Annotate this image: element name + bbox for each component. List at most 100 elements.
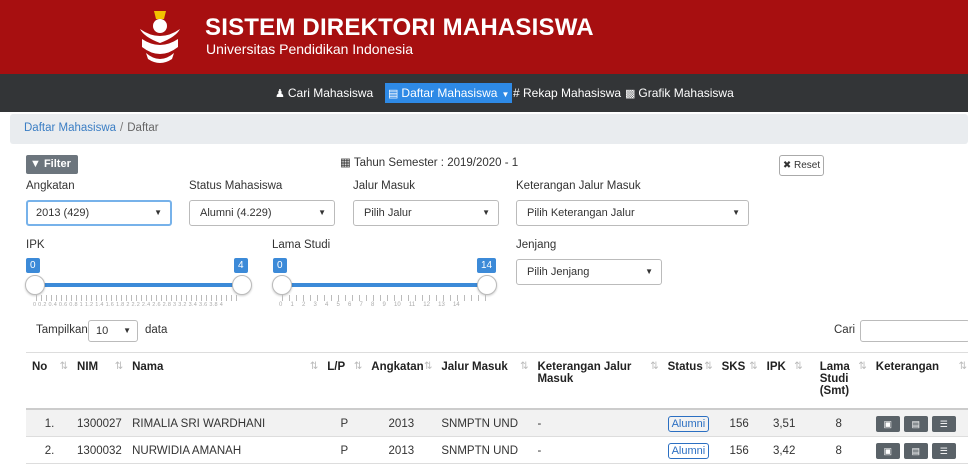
nav-grafik-mahasiswa[interactable]: ▩ Grafik Mahasiswa <box>622 83 737 103</box>
col-sks-label: SKS <box>721 361 746 373</box>
col-status[interactable]: Status ⇅ <box>661 352 716 410</box>
sort-icon: ⇅ <box>749 361 758 372</box>
sort-icon: ⇅ <box>858 361 867 372</box>
jalur-select[interactable]: Pilih Jalur ▼ <box>353 200 499 226</box>
lama-studi-label: Lama Studi <box>272 239 331 251</box>
ipk-min-value: 0 <box>26 258 40 273</box>
lama-max-handle[interactable] <box>477 275 497 295</box>
col-angkatan[interactable]: Angkatan ⇅ <box>365 352 436 410</box>
col-nama-label: Nama <box>132 361 164 373</box>
col-no[interactable]: No ⇅ <box>26 352 72 410</box>
nav-rekap-mahasiswa[interactable]: # Rekap Mahasiswa <box>510 83 624 103</box>
col-lp[interactable]: L/P ⇅ <box>321 352 366 410</box>
status-label: Status Mahasiswa <box>189 180 283 192</box>
nav-label: Cari Mahasiswa <box>287 86 374 100</box>
breadcrumb-link[interactable]: Daftar Mahasiswa <box>24 122 116 134</box>
col-lama-studi[interactable]: Lama Studi (Smt) ⇅ <box>805 352 870 410</box>
nav-label: # Rekap Mahasiswa <box>513 86 622 100</box>
nav-cari-mahasiswa[interactable]: ♟ Cari Mahasiswa <box>272 83 376 103</box>
chevron-down-icon: ▼ <box>732 208 740 217</box>
id-card-icon[interactable]: ▣ <box>875 415 900 432</box>
lama-slider-ticks <box>282 295 487 301</box>
app-header: SISTEM DIREKTORI MAHASISWA Universitas P… <box>0 0 968 74</box>
jenjang-select[interactable]: Pilih Jenjang ▼ <box>516 259 662 285</box>
search-input[interactable] <box>860 320 968 342</box>
id-card-icon[interactable]: ▣ <box>875 442 900 459</box>
cell-ket-jalur: - <box>531 408 662 437</box>
cell-sks: 156 <box>715 408 761 437</box>
keterangan-jalur-select[interactable]: Pilih Keterangan Jalur ▼ <box>516 200 749 226</box>
cell-nama: RIMALIA SRI WARDHANI <box>126 408 322 437</box>
app-subtitle: Universitas Pendidikan Indonesia <box>206 41 414 57</box>
col-keterangan[interactable]: Keterangan ⇅ <box>869 352 968 410</box>
cell-status: Alumni <box>661 436 716 464</box>
status-badge: Alumni <box>667 442 710 459</box>
chevron-down-icon: ▼ <box>645 267 653 276</box>
breadcrumb-separator: / <box>120 122 124 134</box>
nav-daftar-mahasiswa[interactable]: ▤ Daftar Mahasiswa ▼ <box>385 83 513 103</box>
col-nim-label: NIM <box>77 361 99 373</box>
status-select[interactable]: Alumni (4.229) ▼ <box>189 200 335 226</box>
col-lama-label: Lama Studi (Smt) <box>819 361 850 397</box>
cell-status: Alumni <box>661 408 716 437</box>
col-ipk-label: IPK <box>766 361 786 373</box>
lama-min-handle[interactable] <box>272 275 292 295</box>
keterangan-jalur-label: Keterangan Jalur Masuk <box>516 180 641 192</box>
ipk-slider-range <box>36 283 240 287</box>
col-sks[interactable]: SKS ⇅ <box>715 352 761 410</box>
col-status-label: Status <box>667 361 703 373</box>
chevron-down-icon: ▼ <box>482 208 490 217</box>
reset-button[interactable]: ✖ Reset <box>779 155 824 176</box>
ipk-min-handle[interactable] <box>25 275 45 295</box>
col-nama[interactable]: Nama ⇅ <box>126 352 322 410</box>
keterangan-jalur-value: Pilih Keterangan Jalur <box>527 207 635 219</box>
semester-info: ▦ Tahun Semester : 2019/2020 - 1 <box>340 155 518 169</box>
col-nim[interactable]: NIM ⇅ <box>71 352 127 410</box>
list-icon[interactable]: ☰ <box>931 415 956 432</box>
close-icon: ✖ <box>782 160 792 171</box>
list-icon: ▤ <box>388 88 399 100</box>
col-keterangan-jalur[interactable]: Keterangan Jalur Masuk ⇅ <box>531 352 662 410</box>
nav-label: Grafik Mahasiswa <box>638 86 734 100</box>
cell-lp: P <box>321 408 366 437</box>
col-angkatan-label: Angkatan <box>371 361 424 373</box>
col-ipk[interactable]: IPK ⇅ <box>760 352 806 410</box>
cell-ket-jalur: - <box>531 436 662 464</box>
chevron-down-icon: ▼ <box>318 208 326 217</box>
cell-sks: 156 <box>715 436 761 464</box>
sort-icon: ⇅ <box>353 361 363 372</box>
lama-slider-range <box>282 283 487 287</box>
main-navbar: ♟ Cari Mahasiswa ▤ Daftar Mahasiswa ▼ # Rek… <box>0 74 968 112</box>
cell-ipk: 3,42 <box>760 436 806 464</box>
cell-nama: NURWIDIA AMANAH <box>126 436 322 464</box>
show-entries-value: 10 <box>96 325 109 337</box>
angkatan-select[interactable]: 2013 (429) ▼ <box>26 200 172 226</box>
col-keterangan-label: Keterangan <box>875 361 940 373</box>
cell-no: 1. <box>26 408 72 437</box>
calendar-icon: ▦ <box>340 157 351 169</box>
ipk-max-handle[interactable] <box>232 275 252 295</box>
ipk-slider-ticks <box>36 295 240 301</box>
cell-jalur: SNMPTN UND <box>435 408 532 437</box>
col-ket-jalur-label: Keterangan Jalur Masuk <box>537 361 632 385</box>
status-value: Alumni (4.229) <box>200 207 272 219</box>
lama-max-value: 14 <box>477 258 497 273</box>
sort-icon: ⇅ <box>650 361 659 372</box>
table-header-row: No ⇅ NIM ⇅ Nama ⇅ L/P ⇅ Angkatan ⇅ Jalur Masu… <box>26 352 968 410</box>
sort-icon: ⇅ <box>958 361 967 372</box>
table-row: 2. 1300032 NURWIDIA AMANAH P 2013 SNMPTN… <box>26 436 968 464</box>
col-jalur-masuk[interactable]: Jalur Masuk ⇅ <box>435 352 532 410</box>
document-icon[interactable]: ▤ <box>903 442 928 459</box>
cell-jalur: SNMPTN UND <box>435 436 532 464</box>
cell-nim: 1300032 <box>71 436 127 464</box>
reset-label: Reset <box>794 160 821 171</box>
sort-icon: ⇅ <box>114 361 124 372</box>
filter-button[interactable]: ▼ Filter <box>26 155 78 174</box>
sort-icon: ⇅ <box>423 361 433 372</box>
lama-min-value: 0 <box>273 258 287 273</box>
show-entries-select[interactable]: 10 ▼ <box>88 320 138 342</box>
list-icon[interactable]: ☰ <box>931 442 956 459</box>
angkatan-value: 2013 (429) <box>36 207 90 219</box>
angkatan-label: Angkatan <box>26 180 75 192</box>
document-icon[interactable]: ▤ <box>903 415 928 432</box>
